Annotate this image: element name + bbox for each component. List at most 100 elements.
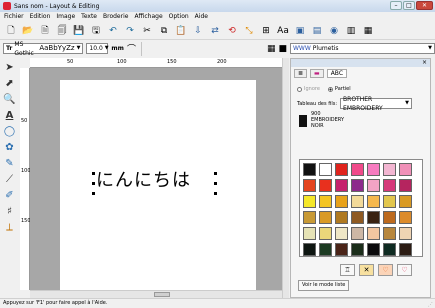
zoom-icon[interactable]: 🔍 (2, 92, 17, 106)
pick-icon[interactable]: ⤡ (242, 24, 256, 38)
heart-outline-icon[interactable]: ♡ (378, 264, 393, 276)
color-swatch[interactable] (351, 243, 364, 256)
measure-icon[interactable]: ⟂ (2, 220, 17, 234)
applique-icon[interactable]: ▣ (293, 24, 307, 38)
color-swatch[interactable] (303, 243, 316, 256)
color-swatch[interactable] (303, 227, 316, 240)
color-swatch[interactable] (335, 179, 348, 192)
menu-image[interactable]: Image (56, 13, 75, 20)
tab-attributes[interactable]: ≣ (294, 69, 308, 78)
preview-icon[interactable]: ▦ (361, 24, 375, 38)
import-icon[interactable]: 🗐 (55, 24, 69, 38)
close-button[interactable]: ✕ (416, 1, 433, 10)
selection-handle[interactable] (92, 172, 95, 175)
text-fit-icon[interactable]: Aa (276, 24, 290, 38)
new-doc-icon[interactable]: 🗋 (4, 24, 18, 38)
color-swatch[interactable] (399, 243, 412, 256)
color-swatch[interactable] (383, 179, 396, 192)
radio-ignore[interactable]: Ignore (297, 86, 320, 92)
thread-table-select[interactable]: BROTHER EMBROIDERY ▼ (340, 96, 413, 112)
stitch-select[interactable]: WWW Plumetis ▼ (289, 43, 435, 54)
vertical-scrollbar[interactable] (282, 58, 289, 298)
heart-cross-icon[interactable]: ✕ (359, 264, 374, 276)
brush-icon[interactable]: ✎ (2, 156, 17, 170)
menu-texte[interactable]: Texte (81, 13, 97, 20)
color-swatch[interactable] (303, 163, 316, 176)
color-swatch[interactable] (335, 243, 348, 256)
undo-icon[interactable]: ↶ (106, 24, 120, 38)
color-swatch[interactable] (383, 243, 396, 256)
menu-edition[interactable]: Edition (30, 13, 51, 20)
color-swatch[interactable] (335, 195, 348, 208)
color-swatch[interactable] (367, 227, 380, 240)
selection-handle[interactable] (92, 192, 95, 195)
color-swatch[interactable] (367, 243, 380, 256)
copy-icon[interactable]: ⧉ (157, 24, 171, 38)
color-swatch[interactable] (351, 195, 364, 208)
color-swatch[interactable] (383, 195, 396, 208)
stitch-tool-icon[interactable]: ♯ (2, 204, 17, 218)
open-folder-icon[interactable]: 📂 (21, 24, 35, 38)
arrange-icon[interactable]: ⊞ (259, 24, 273, 38)
redo-icon[interactable]: ↷ (123, 24, 137, 38)
menu-broderie[interactable]: Broderie (103, 13, 128, 20)
color-swatch[interactable] (399, 195, 412, 208)
pen-icon[interactable]: ✐ (2, 188, 17, 202)
heart-icon[interactable]: ♡ (397, 264, 412, 276)
window-icon[interactable]: ▤ (310, 24, 324, 38)
color-swatch[interactable] (383, 227, 396, 240)
menu-fichier[interactable]: Fichier (4, 13, 24, 20)
color-swatch[interactable] (367, 195, 380, 208)
color-swatch[interactable] (399, 179, 412, 192)
text-tool-icon[interactable]: A (2, 108, 17, 122)
minimize-button[interactable]: – (390, 1, 402, 10)
color-swatch[interactable] (383, 211, 396, 224)
line-tool-icon[interactable]: ⟋ (2, 172, 17, 186)
stamp-icon[interactable]: ✿ (2, 140, 17, 154)
color-swatch[interactable] (319, 211, 332, 224)
selection-handle[interactable] (214, 182, 217, 185)
color-swatch[interactable] (351, 163, 364, 176)
color-swatch[interactable] (367, 179, 380, 192)
maximize-button[interactable]: □ (403, 1, 415, 10)
embroidery-text[interactable]: にんにちは (96, 166, 191, 192)
color-swatch[interactable] (351, 179, 364, 192)
selection-handle[interactable] (214, 172, 217, 175)
open-file-icon[interactable]: 🗎 (38, 24, 52, 38)
save-as-icon[interactable]: 🖫 (89, 24, 103, 38)
sewing-attr-icon[interactable]: ▦ (267, 44, 276, 54)
color-swatch[interactable] (303, 195, 316, 208)
color-swatch[interactable] (319, 163, 332, 176)
color-swatch[interactable] (303, 179, 316, 192)
thread-color-icon[interactable]: ■ (278, 44, 287, 54)
color-swatch[interactable] (319, 195, 332, 208)
rotate-icon[interactable]: ⟲ (225, 24, 239, 38)
design-workspace[interactable]: にんにちは (30, 68, 282, 290)
size-select[interactable]: 10.0 ▼ (86, 43, 109, 54)
save-icon[interactable]: 💾 (72, 24, 86, 38)
color-swatch[interactable] (399, 227, 412, 240)
shape-icon[interactable]: ◯ (2, 124, 17, 138)
color-swatch[interactable] (351, 227, 364, 240)
color-swatch[interactable] (319, 179, 332, 192)
selection-handle[interactable] (214, 192, 217, 195)
list-view-button[interactable]: Voir le mode liste (298, 280, 350, 291)
color-swatch[interactable] (303, 211, 316, 224)
scroll-thumb[interactable] (154, 292, 170, 297)
curve-icon[interactable]: ⌒ (127, 42, 136, 55)
cut-icon[interactable]: ✂ (140, 24, 154, 38)
color-swatch[interactable] (319, 227, 332, 240)
tab-abc[interactable]: ABC (326, 69, 348, 78)
color-swatch[interactable] (383, 163, 396, 176)
hoop-icon[interactable]: ▥ (344, 24, 358, 38)
color-swatch[interactable] (335, 211, 348, 224)
menu-option[interactable]: Option (169, 13, 189, 20)
zoom-icon[interactable]: ◉ (327, 24, 341, 38)
color-swatch[interactable] (319, 243, 332, 256)
paste-icon[interactable]: 📋 (174, 24, 188, 38)
send-icon[interactable]: ⇩ (191, 24, 205, 38)
radio-partiel[interactable]: Partiel (327, 86, 351, 92)
color-swatch[interactable] (399, 163, 412, 176)
menu-affichage[interactable]: Affichage (134, 13, 162, 20)
panel-close-icon[interactable]: × (422, 59, 427, 66)
